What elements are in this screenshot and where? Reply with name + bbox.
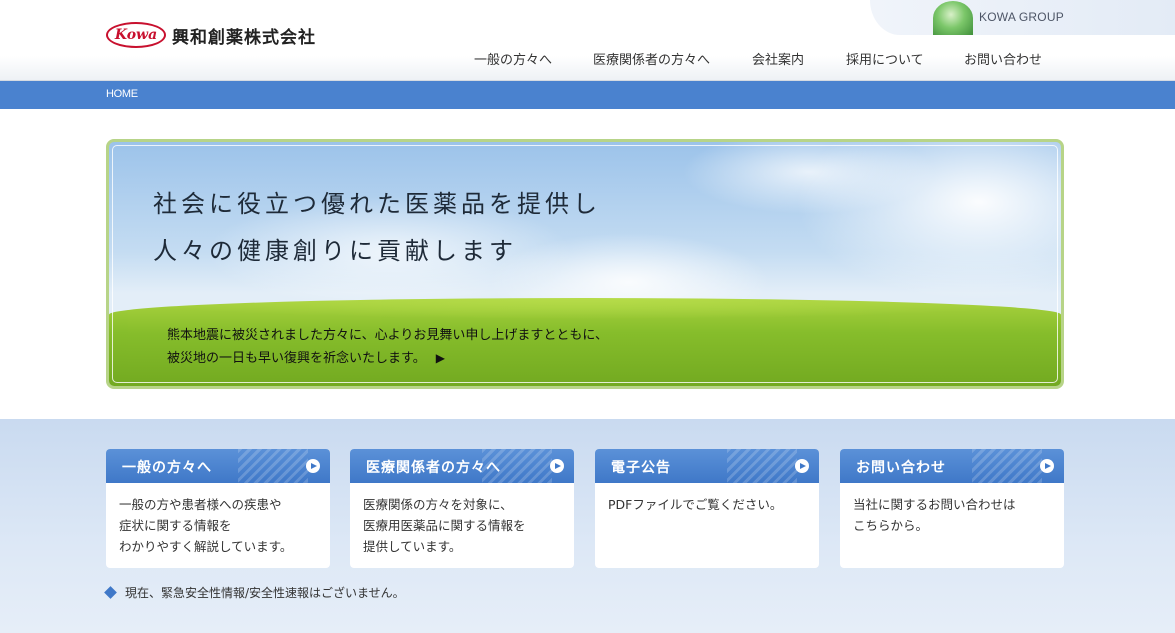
card-description: 医療関係の方々を対象に、 医療用医薬品に関する情報を 提供しています。 (350, 483, 574, 568)
company-name: 興和創薬株式会社 (172, 27, 316, 48)
card-text-line: PDFファイルでご覧ください。 (608, 497, 783, 512)
card-contact[interactable]: お問い合わせ 当社に関するお問い合わせは こちらから。 (840, 449, 1064, 568)
hero-tagline-line2: 人々の健康創りに貢献します (153, 237, 517, 265)
nav-contact[interactable]: お問い合わせ (964, 49, 1042, 68)
card-description: 一般の方や患者様への疾患や 症状に関する情報を わかりやすく解説しています。 (106, 483, 330, 568)
safety-info-text: 現在、緊急安全性情報/安全性速報はございません。 (125, 586, 405, 600)
nav-general-public[interactable]: 一般の方々へ (474, 49, 552, 68)
site-header: KOWA GROUP Kowa 興和創薬株式会社 一般の方々へ 医療関係者の方々… (0, 0, 1175, 81)
notice-line1: 熊本地震に被災されました方々に、心よりお見舞い申し上げますとともに、 (167, 328, 608, 343)
diamond-bullet-icon (104, 586, 117, 599)
card-text-line: 一般の方や患者様への疾患や (119, 497, 282, 512)
breadcrumb: HOME (0, 81, 1175, 109)
card-header: お問い合わせ (840, 449, 1064, 483)
hero-tagline-line1: 社会に役立つ優れた医薬品を提供し (153, 190, 601, 218)
card-text-line: 医療関係の方々を対象に、 (363, 497, 513, 512)
safety-info-notice: 現在、緊急安全性情報/安全性速報はございません。 (104, 584, 405, 601)
card-title: お問い合わせ (856, 460, 946, 476)
card-title: 医療関係者の方々へ (366, 460, 501, 476)
card-header: 医療関係者の方々へ (350, 449, 574, 483)
globe-icon (933, 1, 973, 35)
company-logo[interactable]: Kowa 興和創薬株式会社 (106, 22, 316, 48)
earthquake-notice-link[interactable]: 熊本地震に被災されました方々に、心よりお見舞い申し上げますとともに、 被災地の一… (167, 325, 608, 370)
card-description: 当社に関するお問い合わせは こちらから。 (840, 483, 1064, 547)
kowa-logo-mark: Kowa (106, 22, 166, 48)
card-text-line: 当社に関するお問い合わせは (853, 497, 1016, 512)
breadcrumb-home[interactable]: HOME (106, 88, 138, 100)
card-general-public[interactable]: 一般の方々へ 一般の方や患者様への疾患や 症状に関する情報を わかりやすく解説し… (106, 449, 330, 568)
notice-line2: 被災地の一日も早い復興を祈念いたします。 (167, 351, 426, 366)
play-circle-icon (1040, 459, 1054, 473)
nav-medical-professionals[interactable]: 医療関係者の方々へ (593, 49, 710, 68)
hero-banner: 社会に役立つ優れた医薬品を提供し 人々の健康創りに貢献します 熊本地震に被災され… (106, 139, 1064, 389)
nav-company-info[interactable]: 会社案内 (752, 49, 804, 68)
nav-recruitment[interactable]: 採用について (846, 49, 924, 68)
card-text-line: 医療用医薬品に関する情報を (363, 518, 526, 533)
card-title: 電子公告 (611, 460, 671, 476)
card-text-line: こちらから。 (853, 518, 929, 533)
card-text-line: 症状に関する情報を (119, 518, 232, 533)
play-circle-icon (550, 459, 564, 473)
arrow-right-icon: ▶ (435, 351, 445, 365)
card-description: PDFファイルでご覧ください。 (595, 483, 819, 526)
card-header: 一般の方々へ (106, 449, 330, 483)
card-text-line: 提供しています。 (363, 539, 462, 554)
card-title: 一般の方々へ (122, 460, 212, 476)
card-medical-professionals[interactable]: 医療関係者の方々へ 医療関係の方々を対象に、 医療用医薬品に関する情報を 提供し… (350, 449, 574, 568)
kowa-group-link[interactable]: KOWA GROUP (979, 10, 1064, 24)
card-text-line: わかりやすく解説しています。 (119, 539, 293, 554)
play-circle-icon (795, 459, 809, 473)
card-header: 電子公告 (595, 449, 819, 483)
card-electronic-notice[interactable]: 電子公告 PDFファイルでご覧ください。 (595, 449, 819, 568)
play-circle-icon (306, 459, 320, 473)
